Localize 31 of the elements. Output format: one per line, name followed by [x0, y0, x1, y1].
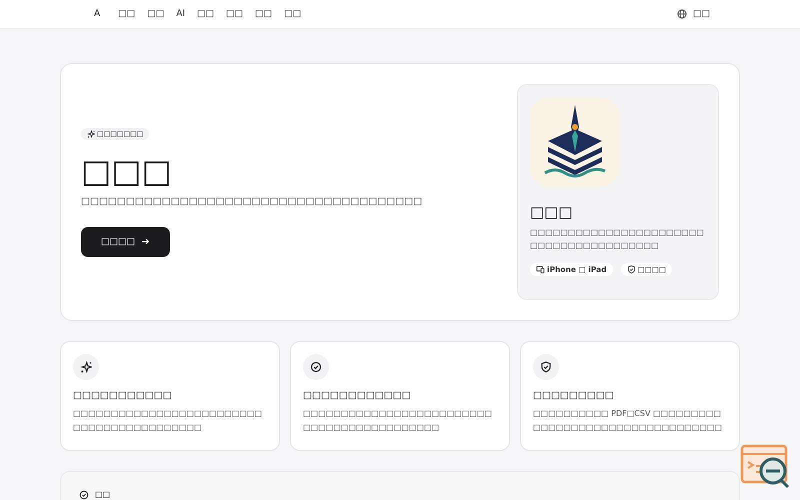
shield-check-icon — [533, 354, 559, 380]
globe-icon[interactable] — [676, 9, 687, 19]
feature-description: □□□□□□□□□□□□□□□□□□□□□□□□□□□□□□□□□□□□□□□□□□ — [73, 408, 263, 434]
check-circle-icon — [303, 354, 329, 380]
nav-link[interactable]: □□ — [118, 9, 136, 19]
feature-title: □□□□□□□□□□□□ — [303, 390, 412, 401]
sparkle-icon — [87, 130, 95, 138]
app-icon — [530, 97, 620, 187]
nav-link[interactable]: AI — [176, 9, 186, 19]
logo[interactable]: A — [94, 9, 100, 19]
nav-link[interactable]: □□ — [226, 9, 244, 19]
nav-link[interactable]: □□ — [197, 9, 214, 19]
nav-link[interactable]: □□ — [255, 9, 272, 19]
feature-title: □□□□□□□□□ — [533, 390, 615, 401]
check-circle-icon — [79, 490, 89, 500]
nav-link[interactable]: □□ — [147, 9, 164, 19]
arrow-right-icon — [141, 237, 150, 246]
app-description: □□□□□□□□□□□□□□□□□□□□□□□□□□□□□□□□□□□□□□□□ — [530, 227, 705, 252]
feature-description: □□□□□□□□□□ PDF□CSV □□□□□□□□□□□□□□□□□□□□□□□□□□□□□□□□□□ — [533, 408, 723, 434]
language-link[interactable]: □□ — [692, 9, 710, 19]
feature-description: □□□□□□□□□□□□□□□□□□□□□□□□□□□□□□□□□□□□□□□□□□□ — [303, 408, 493, 434]
feature-title: □□□□□□□□□□□ — [73, 390, 173, 401]
app-name: □□□ — [530, 203, 574, 221]
hero-subtitle: □□□□□□□□□□□□□□□□□□□□□□□□□□□□□□□□□□□□□□ — [81, 196, 422, 206]
shield-check-icon — [626, 264, 636, 274]
sparkle-icon — [73, 354, 99, 380]
section-title: □□ — [95, 490, 110, 499]
nav-link[interactable]: □□ — [284, 9, 302, 19]
search-widget-icon[interactable] — [740, 444, 792, 490]
primary-button[interactable]: □□□□ — [81, 226, 170, 256]
hero-title: □□□ — [81, 152, 172, 190]
